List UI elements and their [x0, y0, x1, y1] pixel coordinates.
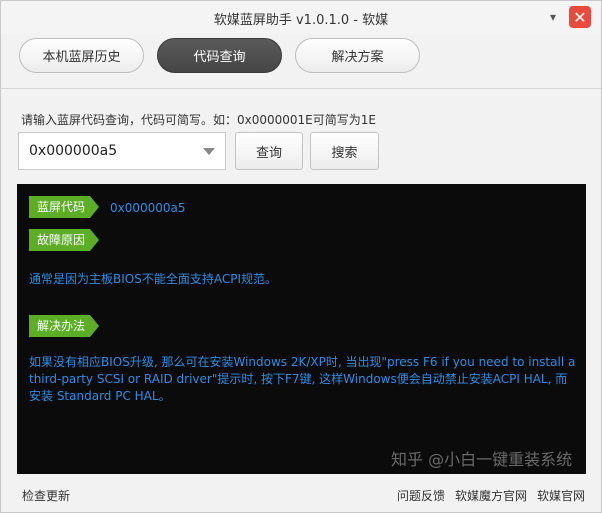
footer-links: 问题反馈 软媒魔方官网 软媒官网: [397, 487, 585, 504]
solution-text: 如果没有相应BIOS升级, 那么可在安装Windows 2K/XP时, 当出现"…: [29, 355, 576, 403]
dropdown-arrow-icon[interactable]: [203, 148, 215, 155]
ruanmei-site-link[interactable]: 软媒官网: [537, 487, 585, 504]
tab-solutions[interactable]: 解决方案: [295, 38, 420, 73]
app-window: 软媒蓝屏助手 v1.0.1.0 - 软媒 ▾ ✕ 本机蓝屏历史 代码查询 解决方…: [0, 0, 602, 513]
feedback-link[interactable]: 问题反馈: [397, 487, 445, 504]
minimize-button[interactable]: ▾: [542, 6, 564, 28]
code-value: 0x000000a5: [110, 201, 186, 215]
solution-tag: 解决办法: [29, 315, 99, 337]
tab-code-query[interactable]: 代码查询: [157, 38, 282, 73]
code-combobox[interactable]: 0x000000a5: [18, 132, 226, 170]
code-tag: 蓝屏代码: [29, 196, 99, 218]
divider: [1, 88, 601, 89]
mofang-site-link[interactable]: 软媒魔方官网: [455, 487, 527, 504]
watermark: 知乎 @小白一键重装系统: [391, 450, 573, 469]
query-hint: 请输入蓝屏代码查询，代码可简写。如：0x0000001E可简写为1E: [21, 113, 376, 127]
query-button[interactable]: 查询: [235, 132, 303, 170]
search-button[interactable]: 搜索: [310, 132, 379, 170]
title-bar: 软媒蓝屏助手 v1.0.1.0 - 软媒 ▾ ✕: [1, 1, 601, 33]
cause-text: 通常是因为主板BIOS不能全面支持ACPI规范。: [29, 272, 277, 286]
result-panel: 蓝屏代码 0x000000a5 故障原因 通常是因为主板BIOS不能全面支持AC…: [17, 184, 586, 474]
code-input-value[interactable]: 0x000000a5: [29, 143, 117, 159]
tab-local-history[interactable]: 本机蓝屏历史: [19, 38, 144, 73]
tab-bar: 本机蓝屏历史 代码查询 解决方案: [19, 38, 420, 73]
check-update-link[interactable]: 检查更新: [22, 487, 70, 504]
cause-tag: 故障原因: [29, 229, 99, 251]
close-button[interactable]: ✕: [569, 6, 591, 28]
window-title: 软媒蓝屏助手 v1.0.1.0 - 软媒: [213, 13, 389, 28]
